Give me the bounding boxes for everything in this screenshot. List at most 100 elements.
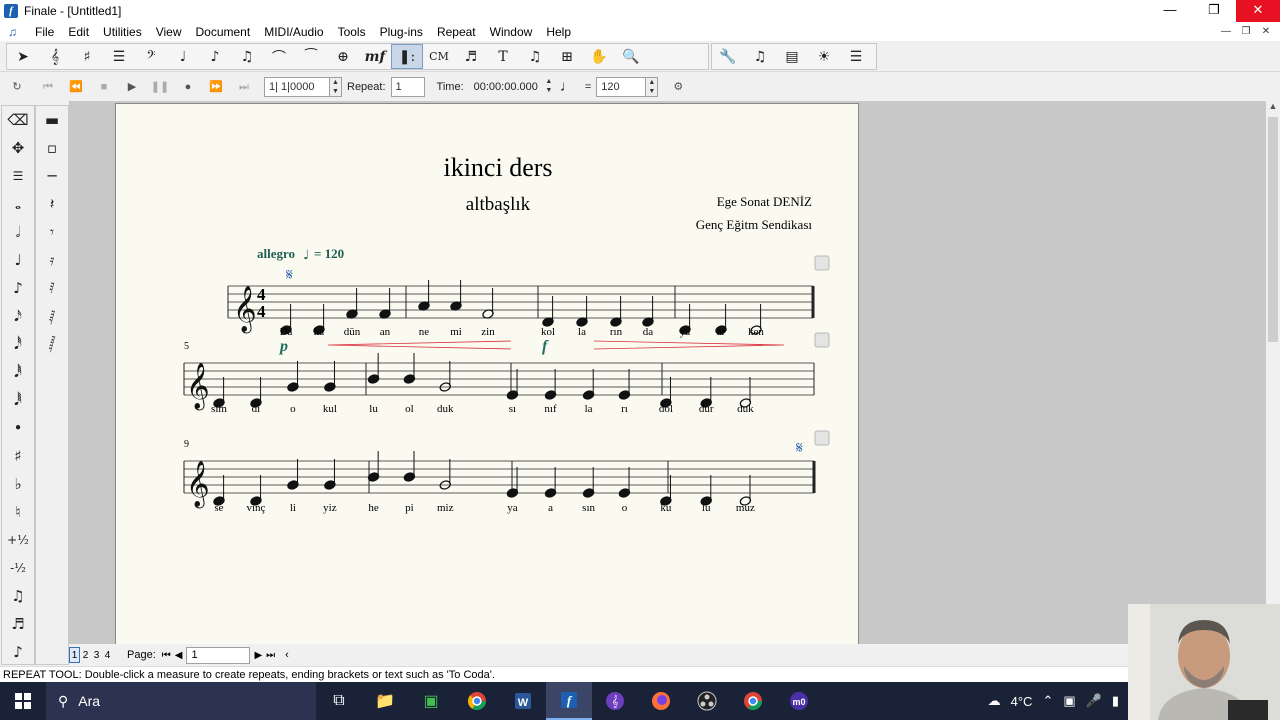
- ornament-tool-icon[interactable]: ⊕: [327, 44, 359, 69]
- key-signature-tool-icon[interactable]: ♯: [71, 44, 103, 69]
- scroll-thumb[interactable]: [1268, 117, 1278, 342]
- articulation-tool-icon[interactable]: ⁀: [295, 44, 327, 69]
- score-composer[interactable]: Ege Sonat DENİZ: [717, 194, 812, 209]
- finale-taskbar-icon[interactable]: f: [546, 682, 592, 720]
- tuplet-tool-icon[interactable]: ♫: [231, 44, 263, 69]
- smart-shape-tool-icon[interactable]: ⌒: [263, 44, 295, 69]
- quarter-note-icon[interactable]: ♩: [2, 246, 34, 274]
- network-icon[interactable]: ▣: [1063, 693, 1075, 709]
- mirror-tool-icon[interactable]: ☀: [808, 44, 840, 69]
- musescore-icon[interactable]: 𝄞: [592, 682, 638, 720]
- document-icon[interactable]: ♫: [8, 25, 20, 39]
- play-icon[interactable]: ▶: [118, 76, 146, 98]
- pause-icon[interactable]: ❚❚: [146, 76, 174, 98]
- half-rest-icon[interactable]: ▫: [36, 134, 68, 162]
- weather-temp[interactable]: 4°C: [1011, 694, 1033, 709]
- firefox-icon[interactable]: [638, 682, 684, 720]
- flip-stem-icon[interactable]: ♫: [2, 582, 34, 610]
- eighth-rest-icon[interactable]: 𝄾: [36, 218, 68, 246]
- eraser-icon[interactable]: ⌫: [2, 106, 34, 134]
- menu-view[interactable]: View: [149, 25, 189, 39]
- menu-repeat[interactable]: Repeat: [430, 25, 483, 39]
- tray-chevron-icon[interactable]: ⌃: [1042, 693, 1053, 709]
- zoom-icon[interactable]: 🔍: [615, 44, 647, 69]
- expression-tool-icon[interactable]: mf: [359, 44, 391, 69]
- page-tab[interactable]: 2: [80, 647, 91, 663]
- file-explorer-icon[interactable]: 📁: [362, 682, 408, 720]
- hundred-twenty-eighth-note-icon[interactable]: 𝅘𝅥𝅲: [2, 386, 34, 414]
- text-tool-icon[interactable]: T: [487, 44, 519, 69]
- next-page-icon[interactable]: ▶: [254, 650, 262, 661]
- forward-end-icon[interactable]: ⏭: [230, 76, 258, 98]
- mu-app-icon[interactable]: m0: [776, 682, 822, 720]
- record-icon[interactable]: ●: [174, 76, 202, 98]
- chord-tool-icon[interactable]: CM: [423, 44, 455, 69]
- thirty-second-rest-icon[interactable]: 𝅀: [36, 274, 68, 302]
- page-tab[interactable]: 4: [102, 647, 113, 663]
- tempo-field[interactable]: 120: [596, 76, 647, 97]
- time-spinner[interactable]: ▲ ▼: [543, 77, 555, 97]
- score-copyright[interactable]: Genç Eğitm Sendikası: [696, 217, 813, 232]
- time-signature-tool-icon[interactable]: ☰: [103, 44, 135, 69]
- flat-icon[interactable]: ♭: [2, 470, 34, 498]
- graphic-insert-tool-icon[interactable]: ▤: [776, 44, 808, 69]
- mdi-close-button[interactable]: ✕: [1256, 22, 1276, 41]
- windows-start-icon[interactable]: [0, 682, 46, 720]
- chrome-profile-icon[interactable]: [730, 682, 776, 720]
- vertical-scrollbar[interactable]: ▲: [1266, 101, 1280, 644]
- microphone-icon[interactable]: 🎤: [1086, 693, 1102, 709]
- measure-counter[interactable]: 1| 1|0000: [264, 76, 330, 97]
- rewind-start-icon[interactable]: ⏮: [34, 76, 62, 98]
- half-step-up-icon[interactable]: +½: [2, 526, 34, 554]
- sharp-icon[interactable]: ♯: [2, 442, 34, 470]
- menu-utilities[interactable]: Utilities: [96, 25, 149, 39]
- speedy-entry-tool-icon[interactable]: ♪: [199, 44, 231, 69]
- fast-forward-icon[interactable]: ⏩: [202, 76, 230, 98]
- mdi-minimize-button[interactable]: —: [1216, 22, 1236, 41]
- grace-note-icon[interactable]: ♪: [2, 638, 34, 666]
- sixty-fourth-note-icon[interactable]: 𝅘𝅥𝅱: [2, 358, 34, 386]
- hundred-twenty-eighth-rest-icon[interactable]: 𝅂: [36, 330, 68, 358]
- last-page-icon[interactable]: ⏭: [266, 650, 275, 661]
- graphics-tool-icon[interactable]: ♫: [519, 44, 551, 69]
- menu-tools[interactable]: Tools: [331, 25, 373, 39]
- quarter-rest-icon[interactable]: 𝄽: [36, 190, 68, 218]
- taskbar-search[interactable]: ⚲ Ara: [46, 682, 316, 720]
- half-note-icon[interactable]: 𝅗𝅥: [2, 218, 34, 246]
- natural-icon[interactable]: ♮: [2, 498, 34, 526]
- sixty-fourth-rest-icon[interactable]: 𝅁: [36, 302, 68, 330]
- first-page-icon[interactable]: ⏮: [162, 650, 171, 661]
- clef-tool-icon[interactable]: 𝄢: [135, 44, 167, 69]
- close-button[interactable]: ✕: [1236, 0, 1280, 22]
- scroll-view-tool-icon[interactable]: ☰: [840, 44, 872, 69]
- wrench-tool-icon[interactable]: 🔧: [712, 44, 744, 69]
- minimize-button[interactable]: —: [1148, 0, 1192, 22]
- repeat-select[interactable]: 1: [390, 76, 425, 97]
- menu-file[interactable]: File: [28, 25, 61, 39]
- note-tool-icon[interactable]: ♫: [744, 44, 776, 69]
- hand-grabber-icon[interactable]: ✋: [583, 44, 615, 69]
- camtasia-icon[interactable]: ▣: [408, 682, 454, 720]
- stop-icon[interactable]: ■: [90, 76, 118, 98]
- sixteenth-note-icon[interactable]: 𝅘𝅥𝅯: [2, 302, 34, 330]
- staff-tool-icon[interactable]: 𝄞: [39, 44, 71, 69]
- word-icon[interactable]: W: [500, 682, 546, 720]
- obs-icon[interactable]: [684, 682, 730, 720]
- page-number-field[interactable]: 1: [186, 646, 251, 664]
- half-step-down-icon[interactable]: -½: [2, 554, 34, 582]
- menu-help[interactable]: Help: [539, 25, 578, 39]
- rewind-icon[interactable]: ⏪: [62, 76, 90, 98]
- simple-entry-tool-icon[interactable]: ♩: [167, 44, 199, 69]
- maximize-button[interactable]: ❐: [1192, 0, 1236, 22]
- dot-icon[interactable]: •: [2, 414, 34, 442]
- eighth-note-icon[interactable]: ♪: [2, 274, 34, 302]
- repeat-tool-icon[interactable]: ❚:: [391, 44, 423, 69]
- measure-rest-icon[interactable]: ─: [36, 162, 68, 190]
- page-tab[interactable]: 1: [69, 647, 80, 663]
- move-icon[interactable]: ✥: [2, 134, 34, 162]
- tuplet-icon[interactable]: ♬: [2, 610, 34, 638]
- menu-document[interactable]: Document: [189, 25, 258, 39]
- menu-midi-audio[interactable]: MIDI/Audio: [257, 25, 330, 39]
- tie-icon[interactable]: ☰: [2, 162, 34, 190]
- menu-window[interactable]: Window: [483, 25, 540, 39]
